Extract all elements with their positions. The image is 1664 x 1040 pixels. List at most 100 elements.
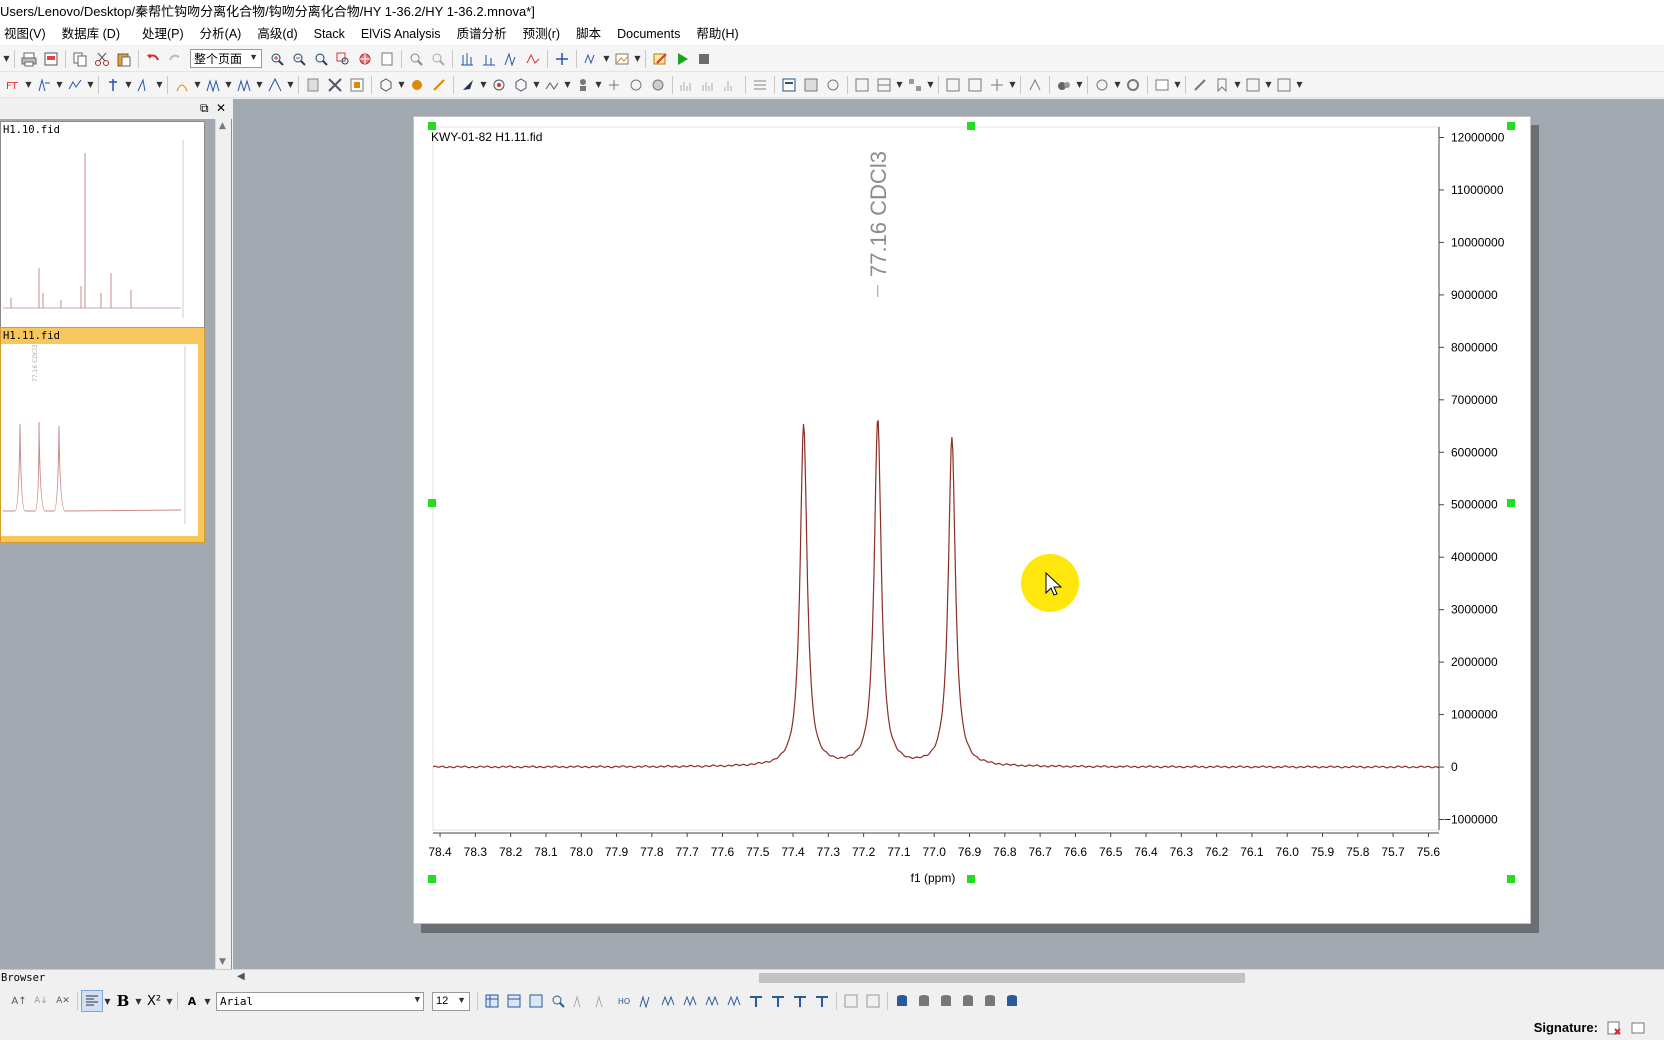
phase-correction-icon[interactable] [33, 74, 55, 96]
stack-icon[interactable] [233, 74, 255, 96]
text-report-4-icon[interactable] [811, 990, 833, 1012]
resize-handle[interactable] [428, 122, 436, 130]
crosshair-small-icon[interactable] [986, 74, 1008, 96]
chevron-down-icon[interactable]: ▼ [602, 48, 611, 70]
chevron-down-icon[interactable]: ▼ [203, 990, 212, 1012]
image-icon[interactable] [611, 48, 633, 70]
close-icon[interactable]: ✕ [216, 101, 226, 115]
menu-mass-spec[interactable]: 质谱分析 [449, 23, 515, 45]
spectrum-title[interactable]: KWY-01-82 H1.11.fid [431, 130, 542, 144]
signature-settings-icon[interactable] [1630, 1020, 1646, 1036]
chain-icon[interactable] [541, 74, 563, 96]
tile-icon[interactable] [904, 74, 926, 96]
database-3-icon[interactable] [935, 990, 957, 1012]
resize-handle[interactable] [967, 875, 975, 883]
chevron-down-icon[interactable]: ▼ [479, 74, 488, 96]
chevron-down-icon[interactable]: ▼ [55, 74, 64, 96]
spectrum-small-icon[interactable] [676, 74, 698, 96]
zoom-full-icon[interactable] [310, 48, 332, 70]
spectrum-small-icon-3[interactable] [720, 74, 742, 96]
chevron-down-icon[interactable]: ▼ [24, 74, 33, 96]
signature-icon[interactable] [1606, 1020, 1622, 1036]
chevron-down-icon[interactable]: ▼ [1173, 74, 1182, 96]
crosshair-icon[interactable] [551, 48, 573, 70]
page-icon[interactable] [376, 48, 398, 70]
chevron-down-icon[interactable]: ▼ [1295, 74, 1304, 96]
chevron-down-icon[interactable]: ▼ [397, 74, 406, 96]
chevron-down-icon[interactable]: ▼ [224, 74, 233, 96]
font-family-select[interactable]: Arial ▼ [216, 991, 424, 1011]
print-preview-icon[interactable] [40, 48, 62, 70]
layout-icon[interactable] [851, 74, 873, 96]
plugin-icon[interactable] [1091, 74, 1113, 96]
arrow-tool-icon[interactable] [457, 74, 479, 96]
verify-icon[interactable] [647, 74, 669, 96]
multiplet-report-icon[interactable] [635, 990, 657, 1012]
chevron-down-icon[interactable]: ▼ [86, 74, 95, 96]
chevron-down-icon[interactable]: ▼ [1264, 74, 1273, 96]
chevron-down-icon[interactable]: ▼ [255, 74, 264, 96]
chevron-down-icon[interactable]: ▼ [2, 48, 11, 70]
menu-predict[interactable]: 预测(r) [515, 23, 569, 45]
search-icon[interactable] [547, 990, 569, 1012]
resize-handle[interactable] [967, 122, 975, 130]
resize-handle[interactable] [428, 875, 436, 883]
reference-icon[interactable] [102, 74, 124, 96]
chevron-down-icon[interactable]: ▼ [286, 74, 295, 96]
menu-analysis[interactable]: 分析(A) [192, 23, 250, 45]
scroll-up-icon[interactable]: ▲ [219, 121, 226, 131]
more-icon[interactable] [1273, 74, 1295, 96]
menu-help[interactable]: 帮助(H) [688, 23, 746, 45]
spectrum-small-icon-2[interactable] [698, 74, 720, 96]
horizontal-scrollbar[interactable]: ◀ [233, 969, 1664, 985]
panel-scrollbar[interactable]: ▲ ▼ [215, 119, 231, 969]
table-icon[interactable] [778, 74, 800, 96]
database-4-icon[interactable] [957, 990, 979, 1012]
gear-icon[interactable] [1122, 74, 1144, 96]
chevron-down-icon[interactable]: ▼ [1233, 74, 1242, 96]
baseline-correction-icon[interactable] [64, 74, 86, 96]
chevron-down-icon[interactable]: ▼ [532, 74, 541, 96]
menu-advanced[interactable]: 高级(d) [249, 23, 305, 45]
annotate-icon[interactable] [1024, 74, 1046, 96]
chevron-down-icon[interactable]: ▼ [193, 74, 202, 96]
chevron-down-icon[interactable]: ▼ [1075, 74, 1084, 96]
predict-icon[interactable] [625, 74, 647, 96]
label-icon[interactable] [572, 74, 594, 96]
page-thumbnail-selected[interactable]: H1.11.fid 77.16 CDCl3 [0, 327, 205, 543]
frame-icon[interactable] [1242, 74, 1264, 96]
database-2-icon[interactable] [913, 990, 935, 1012]
report-icon[interactable] [346, 74, 368, 96]
chevron-down-icon[interactable]: ▼ [103, 990, 112, 1012]
zoom-out-icon[interactable] [288, 48, 310, 70]
baseline-icon[interactable] [522, 48, 544, 70]
molecule-icon[interactable] [375, 74, 397, 96]
chevron-down-icon[interactable]: ▼ [563, 74, 572, 96]
fourier-transform-icon[interactable]: FT [2, 74, 24, 96]
text-report-icon[interactable] [745, 990, 767, 1012]
chevron-down-icon[interactable]: ▼ [1113, 74, 1122, 96]
pen-icon[interactable] [1189, 74, 1211, 96]
resize-handle[interactable] [428, 499, 436, 507]
menu-process[interactable]: 处理(P) [128, 23, 192, 45]
resize-handle[interactable] [1507, 499, 1515, 507]
multiplet-report-3-icon[interactable] [679, 990, 701, 1012]
scrollbar-thumb[interactable] [759, 973, 1245, 983]
chevron-down-icon[interactable]: ▼ [1008, 74, 1017, 96]
pan-icon[interactable] [354, 48, 376, 70]
font-color-icon[interactable]: A [181, 990, 203, 1012]
superscript-icon[interactable]: X² [143, 990, 165, 1012]
menu-script[interactable]: 脚本 [568, 23, 609, 45]
menu-documents[interactable]: Documents [609, 23, 688, 45]
peak-table-2-icon[interactable] [591, 990, 613, 1012]
resize-handle[interactable] [1507, 875, 1515, 883]
arrange-icon[interactable] [873, 74, 895, 96]
chevron-down-icon[interactable]: ▼ [895, 74, 904, 96]
chevron-down-icon[interactable]: ▼ [124, 74, 133, 96]
peak-pick-icon[interactable] [133, 74, 155, 96]
bookmark-icon[interactable] [1211, 74, 1233, 96]
stop-icon[interactable] [693, 48, 715, 70]
grid-2-icon[interactable] [862, 990, 884, 1012]
peak-picking-icon[interactable] [456, 48, 478, 70]
integration-icon[interactable] [478, 48, 500, 70]
